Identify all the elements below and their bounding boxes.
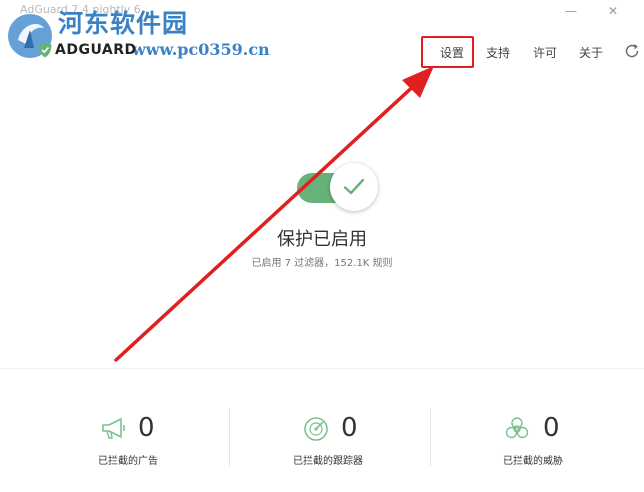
- minimize-button[interactable]: —: [556, 0, 586, 22]
- protection-status-title: 保护已启用: [277, 229, 367, 250]
- stat-trackers-label: 已拦截的跟踪器: [293, 456, 363, 467]
- megaphone-icon: [102, 418, 125, 439]
- refresh-icon[interactable]: [624, 43, 640, 59]
- biohazard-icon: [505, 417, 529, 439]
- stat-threats-value: 0: [543, 413, 560, 443]
- nav-about[interactable]: 关于: [579, 44, 603, 61]
- stats-divider: [430, 408, 431, 466]
- settings-highlight-box: [421, 36, 474, 68]
- radar-icon: [304, 417, 328, 441]
- close-button[interactable]: ✕: [598, 0, 628, 22]
- stat-trackers-value: 0: [341, 413, 358, 443]
- stat-ads-label: 已拦截的广告: [98, 456, 158, 467]
- brand-name: ADGUARD: [55, 42, 137, 58]
- protection-toggle-knob[interactable]: [330, 163, 378, 211]
- protection-status-subtitle: 已启用 7 过滤器，152.1K 规则: [251, 258, 393, 269]
- stats-divider: [229, 408, 230, 466]
- stat-threats-label: 已拦截的威胁: [503, 456, 563, 467]
- watermark-url: www.pc0359.cn: [132, 40, 270, 59]
- watermark-title: 河东软件园: [58, 9, 189, 38]
- nav-license[interactable]: 许可: [533, 44, 557, 61]
- check-icon: [343, 178, 365, 195]
- nav-support[interactable]: 支持: [486, 44, 510, 61]
- stat-ads-value: 0: [138, 413, 155, 443]
- adguard-shield-icon: [38, 42, 52, 58]
